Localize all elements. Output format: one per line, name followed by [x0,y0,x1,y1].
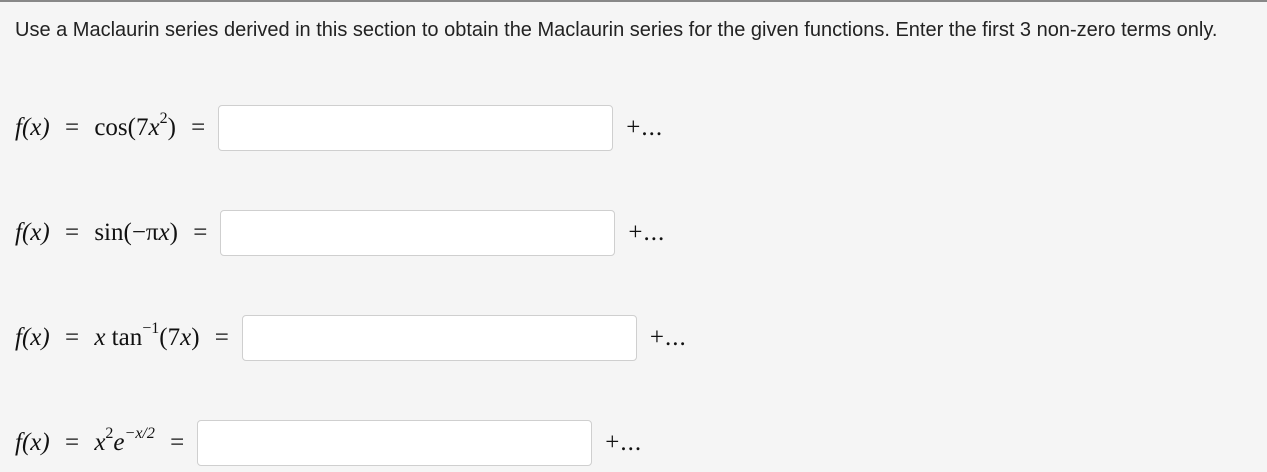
argument-variable: x [148,114,160,141]
prefix-exponent: 2 [105,424,114,442]
problem-4-expression: f(x) = x2e−x/2 = [15,425,193,457]
prefix-variable: x [94,429,106,456]
problem-2-expression: f(x) = sin(−πx) = [15,219,216,247]
argument-variable: x [158,219,170,246]
problem-3: f(x) = x tan−1(7x) = +... [15,315,687,361]
answer-input-2[interactable] [220,210,616,256]
equals-sign: = [191,114,206,141]
equals-sign: = [64,324,80,351]
function-exponent: −1 [142,319,160,337]
function-name: sin [94,219,124,246]
exponential-base: e [113,429,125,456]
argument-close: ) [169,219,178,246]
argument-variable: x [180,324,192,351]
lhs-label: f(x) [15,429,50,456]
top-border-line [0,0,1267,2]
equals-sign: = [64,219,80,246]
equals-sign: = [64,429,80,456]
problem-2: f(x) = sin(−πx) = +... [15,210,665,256]
answer-input-1[interactable] [218,105,614,151]
equals-sign: = [64,114,80,141]
answer-input-4[interactable] [197,420,593,466]
problem-1: f(x) = cos(7x2) = +... [15,105,663,151]
continuation-ellipsis: +... [649,324,687,351]
problem-1-expression: f(x) = cos(7x2) = [15,110,214,142]
continuation-ellipsis: +... [605,429,643,456]
equals-sign: = [170,429,185,456]
function-name: tan [111,324,143,351]
equals-sign: = [214,324,229,351]
problem-3-expression: f(x) = x tan−1(7x) = [15,320,238,352]
argument-exponent: 2 [159,109,168,127]
argument-open: (7 [127,114,149,141]
argument-close: ) [167,114,176,141]
equals-sign: = [193,219,208,246]
lhs-label: f(x) [15,324,50,351]
argument-close: ) [191,324,200,351]
problem-4: f(x) = x2e−x/2 = +... [15,420,642,466]
argument-open: (7 [159,324,181,351]
continuation-ellipsis: +... [628,219,666,246]
argument-open: (−π [123,219,159,246]
prefix-variable: x [94,324,106,351]
instructions-text: Use a Maclaurin series derived in this s… [15,19,1218,41]
answer-input-3[interactable] [241,315,637,361]
lhs-label: f(x) [15,219,50,246]
lhs-label: f(x) [15,114,50,141]
exponential-exponent: −x/2 [124,424,155,442]
continuation-ellipsis: +... [626,114,664,141]
function-name: cos [94,114,128,141]
